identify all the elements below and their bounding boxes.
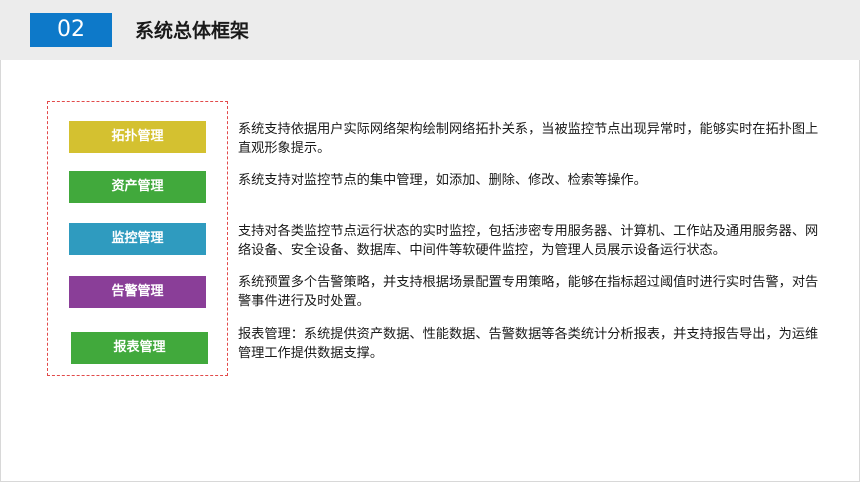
module-button-alarms[interactable]: 告警管理 — [69, 276, 206, 308]
module-description-monitoring: 支持对各类监控节点运行状态的实时监控，包括涉密专用服务器、计算机、工作站及通用服… — [238, 224, 819, 258]
module-description-topology: 系统支持依据用户实际网络架构绘制网络拓扑关系，当被监控节点出现异常时，能够实时在… — [238, 122, 819, 156]
module-button-assets[interactable]: 资产管理 — [69, 171, 206, 203]
module-button-reports[interactable]: 报表管理 — [71, 332, 208, 364]
module-button-topology[interactable]: 拓扑管理 — [69, 121, 206, 153]
slide-header: 02 系统总体框架 — [0, 0, 860, 60]
module-description-assets: 系统支持对监控节点的集中管理，如添加、删除、修改、检索等操作。 — [238, 173, 647, 188]
module-button-monitoring[interactable]: 监控管理 — [69, 223, 206, 255]
page-title: 系统总体框架 — [135, 20, 250, 42]
module-description-reports: 报表管理：系统提供资产数据、性能数据、告警数据等各类统计分析报表，并支持报告导出… — [238, 327, 819, 361]
module-description-alarms: 系统预置多个告警策略，并支持根据场景配置专用策略，能够在指标超过阈值时进行实时告… — [238, 275, 819, 309]
section-number-badge: 02 — [30, 13, 112, 47]
